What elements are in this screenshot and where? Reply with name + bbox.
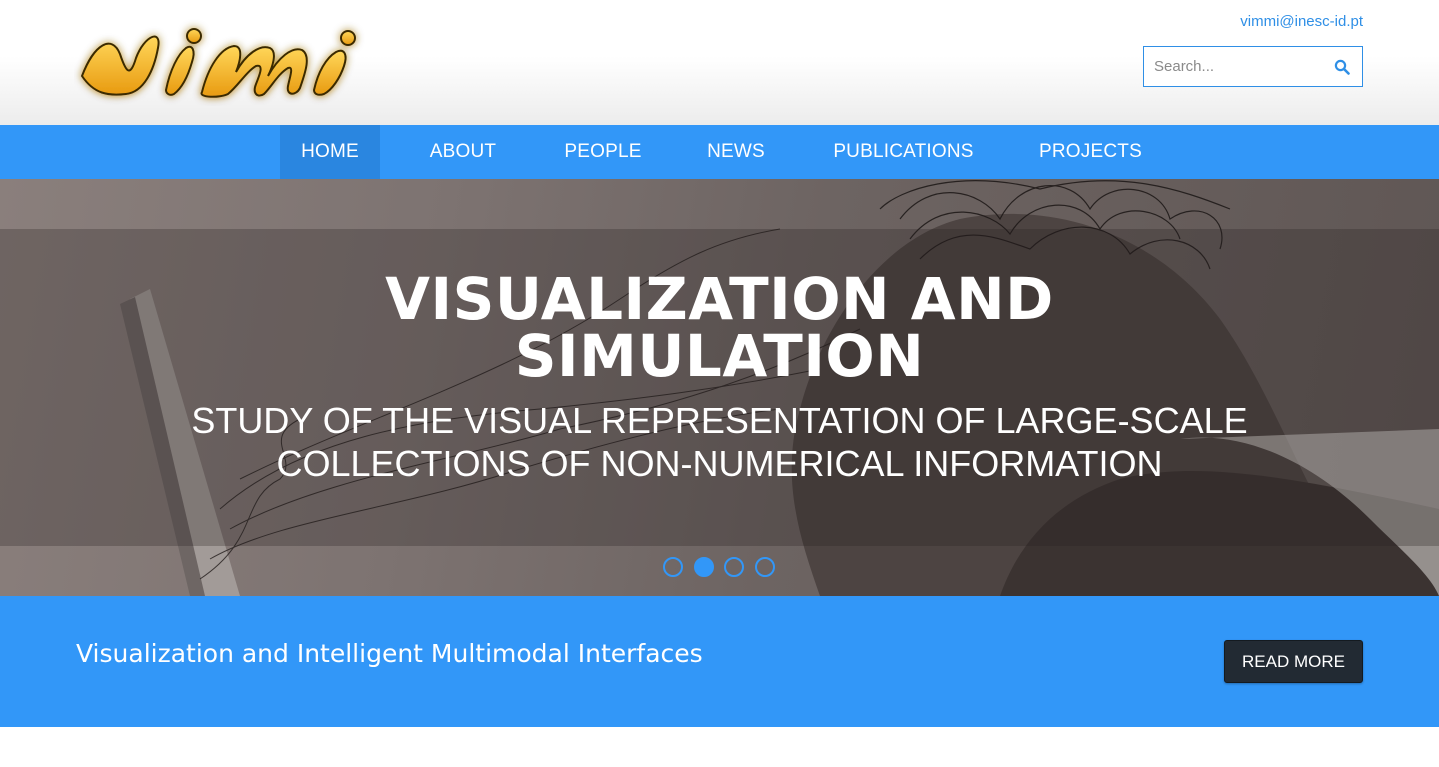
read-more-button[interactable]: READ MORE	[1224, 640, 1363, 683]
nav-item-projects[interactable]: PROJECTS	[1032, 125, 1149, 179]
hero-title-line: VISUALIZATION AND	[385, 265, 1054, 333]
nav-item-news[interactable]: NEWS	[696, 125, 776, 179]
hero-subtitle: STUDY OF THE VISUAL REPRESENTATION OF LA…	[0, 399, 1439, 485]
nav-item-about[interactable]: ABOUT	[418, 125, 508, 179]
nav-item-people[interactable]: PEOPLE	[553, 125, 653, 179]
banner-text: Visualization and Intelligent Multimodal…	[76, 639, 703, 668]
nav-item-publications[interactable]: PUBLICATIONS	[826, 125, 981, 179]
search-icon[interactable]	[1334, 59, 1350, 75]
hero-slider: VISUALIZATION AND SIMULATION STUDY OF TH…	[0, 179, 1439, 596]
search-input[interactable]	[1144, 47, 1324, 86]
intro-banner: Visualization and Intelligent Multimodal…	[0, 596, 1439, 727]
site-header: vimmi@inesc-id.pt	[0, 0, 1439, 125]
main-nav: HOME ABOUT PEOPLE NEWS PUBLICATIONS PROJ…	[0, 125, 1439, 179]
hero-title: VISUALIZATION AND SIMULATION	[0, 265, 1439, 390]
hero-title-line: SIMULATION	[514, 322, 925, 390]
search-box	[1143, 46, 1363, 87]
vimmi-logo[interactable]	[74, 14, 374, 106]
slide-dot-4[interactable]	[755, 557, 775, 577]
nav-item-home[interactable]: HOME	[280, 125, 380, 179]
hero-subtitle-line: STUDY OF THE VISUAL REPRESENTATION OF LA…	[191, 400, 1248, 441]
slide-dot-1[interactable]	[663, 557, 683, 577]
contact-email-link[interactable]: vimmi@inesc-id.pt	[1240, 13, 1363, 30]
slide-dot-2[interactable]	[694, 557, 714, 577]
hero-subtitle-line: COLLECTIONS OF NON-NUMERICAL INFORMATION	[276, 443, 1163, 484]
slide-dot-3[interactable]	[724, 557, 744, 577]
